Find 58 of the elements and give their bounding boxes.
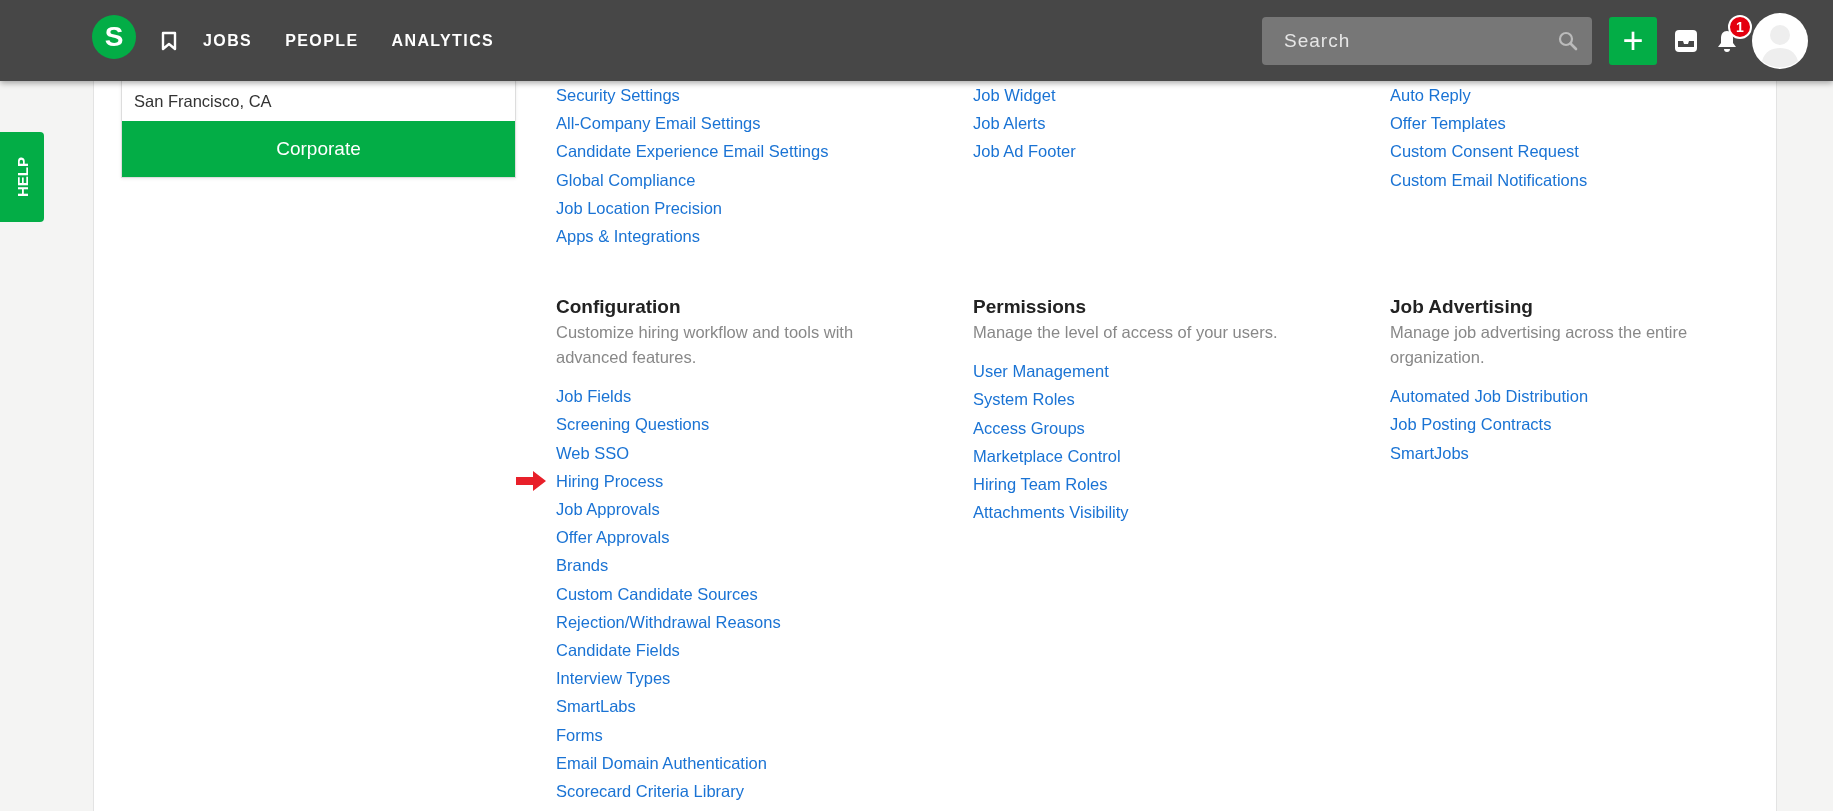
settings-link[interactable]: Interview Types — [556, 669, 671, 688]
inbox-icon[interactable] — [1674, 28, 1698, 53]
settings-link[interactable]: Rejection/Withdrawal Reasons — [556, 612, 781, 631]
settings-link[interactable]: Access Groups — [973, 418, 1085, 437]
settings-link[interactable]: Job Widget — [973, 81, 1056, 110]
settings-link[interactable]: Offer Approvals — [556, 528, 670, 547]
section-description: Customize hiring workflow and tools with advanced features. — [556, 322, 855, 369]
section-description: Manage the level of access of your users. — [973, 322, 1279, 344]
settings-link[interactable]: Attachments Visibility — [973, 503, 1129, 522]
nav-link[interactable]: PEOPLE — [285, 31, 359, 50]
settings-link[interactable]: Hiring Process — [556, 471, 664, 490]
notification-badge: 1 — [1728, 14, 1752, 39]
section-title: Configuration — [556, 295, 681, 320]
settings-link[interactable]: Hiring Team Roles — [973, 475, 1108, 494]
settings-link[interactable]: Job Posting Contracts — [1390, 415, 1552, 434]
settings-link[interactable]: Job Alerts — [973, 109, 1046, 138]
settings-link[interactable]: Auto Reply — [1390, 81, 1471, 110]
company-location: San Francisco, CA — [133, 90, 273, 112]
settings-link[interactable]: System Roles — [973, 390, 1075, 409]
settings-link[interactable]: Candidate Fields — [556, 641, 680, 660]
bookmark-icon[interactable] — [161, 30, 177, 51]
help-tab[interactable]: HELP — [0, 132, 44, 222]
settings-link[interactable]: Web SSO — [556, 443, 630, 462]
settings-link[interactable]: Scorecard Criteria Library — [556, 782, 744, 801]
settings-link[interactable]: Custom Consent Request — [1390, 137, 1579, 166]
search-icon — [1558, 30, 1578, 51]
section-description: Manage job advertising across the entire organization. — [1390, 322, 1689, 369]
settings-link[interactable]: SmartJobs — [1390, 443, 1469, 462]
settings-link[interactable]: Marketplace Control — [973, 446, 1121, 465]
settings-link[interactable]: Apps & Integrations — [556, 222, 700, 251]
section-title: Job Advertising — [1390, 295, 1533, 320]
settings-link[interactable]: SmartLabs — [556, 697, 636, 716]
settings-link[interactable]: Offer Templates — [1390, 109, 1506, 138]
settings-link[interactable]: Job Fields — [556, 387, 632, 406]
settings-link[interactable]: Custom Candidate Sources — [556, 584, 758, 603]
settings-link[interactable]: Global Compliance — [556, 165, 696, 194]
settings-link[interactable]: Custom Email Notifications — [1390, 165, 1588, 194]
settings-link[interactable]: All-Company Email Settings — [556, 109, 761, 138]
settings-link[interactable]: Forms — [556, 725, 603, 744]
settings-link[interactable]: Job Ad Footer — [973, 137, 1076, 166]
add-button[interactable]: + — [1609, 16, 1657, 65]
settings-link[interactable]: Job Location Precision — [556, 193, 722, 222]
logo[interactable]: S — [92, 14, 136, 59]
settings-link[interactable]: Brands — [556, 556, 609, 575]
nav-link[interactable]: ANALYTICS — [391, 31, 495, 50]
bell-icon[interactable] — [1716, 28, 1738, 53]
search-field[interactable]: Search — [1262, 16, 1592, 65]
settings-link[interactable]: Job Approvals — [556, 500, 660, 519]
corporate-button[interactable]: Corporate — [122, 121, 515, 177]
settings-link[interactable]: Email Domain Authentication — [556, 753, 767, 772]
settings-link[interactable]: Automated Job Distribution — [1390, 387, 1589, 406]
settings-link[interactable]: Security Settings — [556, 81, 680, 110]
section-title: Permissions — [973, 295, 1086, 320]
settings-link[interactable]: Screening Questions — [556, 415, 710, 434]
settings-link[interactable]: User Management — [973, 362, 1109, 381]
settings-link[interactable]: Candidate Experience Email Settings — [556, 137, 829, 166]
nav-link[interactable]: JOBS — [203, 31, 253, 50]
avatar-icon[interactable] — [1752, 12, 1808, 69]
